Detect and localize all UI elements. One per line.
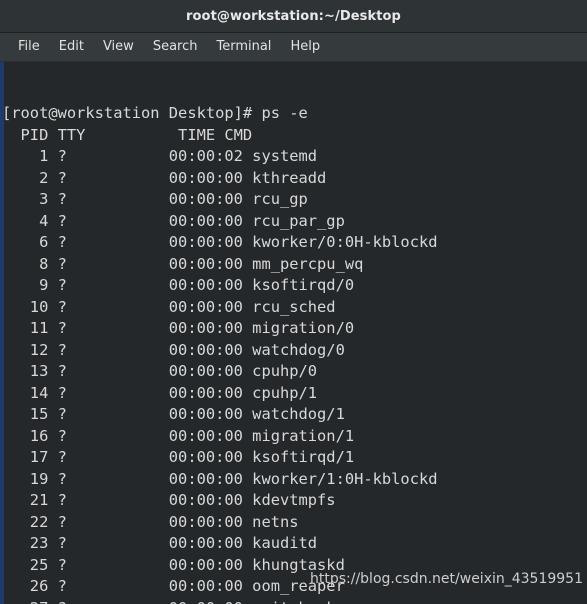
terminal-process-row: 25 ? 00:00:00 khungtaskd [2,555,345,574]
terminal-process-row: 14 ? 00:00:00 cpuhp/1 [2,383,318,402]
terminal-process-row: 23 ? 00:00:00 kauditd [2,534,318,552]
menu-bar: File Edit View Search Terminal Help [0,33,587,62]
menu-item-file[interactable]: File [9,36,49,58]
menu-item-edit[interactable]: Edit [50,36,93,58]
terminal-window: root@workstation:~/Desktop File Edit Vie… [0,0,587,604]
terminal-process-row: 9 ? 00:00:00 ksoftirqd/0 [2,276,355,294]
terminal-process-row: 21 ? 00:00:00 kdevtmpfs [2,491,336,509]
terminal-process-row: 4 ? 00:00:00 rcu_par_gp [2,211,345,230]
terminal-prompt-line: [root@workstation Desktop]# ps -e [2,104,308,122]
menu-item-view[interactable]: View [94,36,143,58]
terminal-header-line: PID TTY TIME CMD [2,125,253,144]
terminal-process-row: 1 ? 00:00:02 systemd [2,147,318,165]
terminal-process-row: 6 ? 00:00:00 kworker/0:0H-kblockd [2,233,438,251]
terminal-process-row: 12 ? 00:00:00 watchdog/0 [2,340,345,359]
terminal-process-row: 16 ? 00:00:00 migration/1 [2,426,355,445]
terminal-process-row: 2 ? 00:00:00 kthreadd [2,168,327,187]
terminal-process-row: 26 ? 00:00:00 oom_reaper [2,577,345,595]
terminal-process-row: 11 ? 00:00:00 migration/0 [2,319,355,337]
terminal-process-row: 17 ? 00:00:00 ksoftirqd/1 [2,448,355,466]
menu-item-help[interactable]: Help [281,36,329,58]
terminal-process-row: 22 ? 00:00:00 netns [2,512,299,531]
terminal-process-row: 15 ? 00:00:00 watchdog/1 [2,405,345,423]
menu-item-search[interactable]: Search [144,36,207,58]
terminal-area[interactable]: [root@workstation Desktop]# ps -e PID TT… [0,62,587,604]
terminal-process-row: 13 ? 00:00:00 cpuhp/0 [2,362,318,380]
terminal-process-row: 3 ? 00:00:00 rcu_gp [2,190,308,208]
terminal-screen[interactable]: [root@workstation Desktop]# ps -e PID TT… [2,62,587,604]
terminal-process-row: 27 ? 00:00:00 writeback [2,598,587,604]
terminal-process-row: 19 ? 00:00:00 kworker/1:0H-kblockd [2,469,438,488]
title-bar: root@workstation:~/Desktop [0,0,587,33]
window-title: root@workstation:~/Desktop [186,8,401,24]
terminal-process-row: 8 ? 00:00:00 mm_percpu_wq [2,254,364,273]
menu-item-terminal[interactable]: Terminal [207,36,280,58]
terminal-process-row: 10 ? 00:00:00 rcu_sched [2,297,336,316]
